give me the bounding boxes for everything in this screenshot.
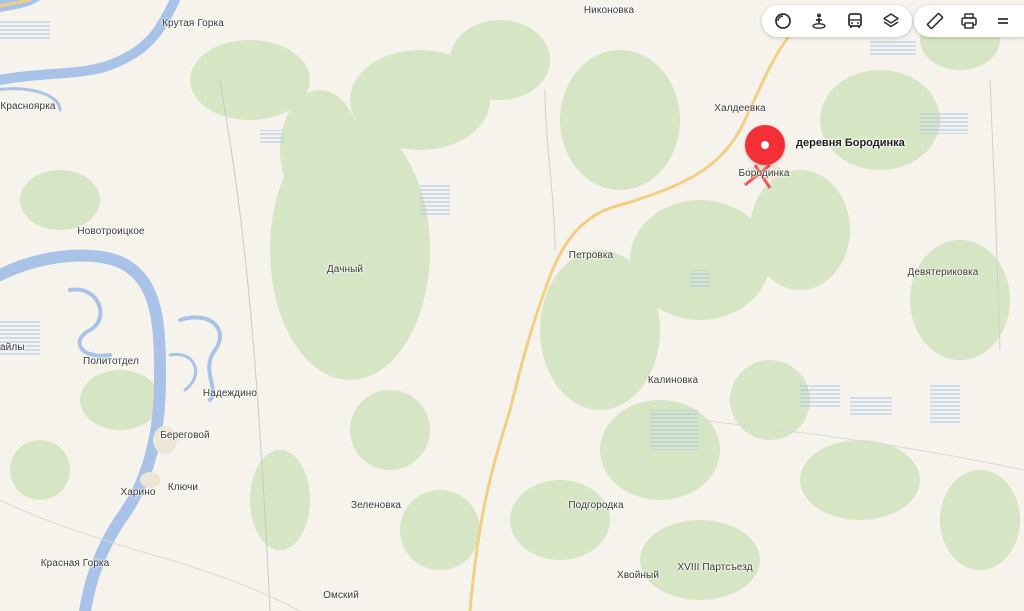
menu-icon	[998, 18, 1008, 24]
print-icon	[961, 13, 977, 29]
place-label-xviii-partsyezd[interactable]: XVIII Партсъезд	[677, 562, 752, 573]
place-label-podgorodka[interactable]: Подгородка	[568, 500, 623, 511]
place-label-kalinovka[interactable]: Калиновка	[648, 375, 698, 386]
place-label-krasnoyarka[interactable]: Красноярка	[0, 101, 55, 112]
layers-icon	[883, 13, 899, 28]
place-label-aily[interactable]: айлы	[0, 342, 25, 353]
location-pin[interactable]	[745, 125, 785, 165]
place-label-politotdel[interactable]: Политотдел	[83, 356, 139, 367]
place-label-borodinka[interactable]: Бородинка	[738, 168, 789, 179]
place-label-khaldeevka[interactable]: Халдеевка	[714, 103, 765, 114]
place-label-khvoyny[interactable]: Хвойный	[617, 570, 659, 581]
menu-button[interactable]	[988, 7, 1018, 35]
place-label-nadezhdino[interactable]: Надеждино	[203, 388, 257, 399]
place-label-novotroitskoe[interactable]: Новотроицкое	[77, 226, 144, 237]
place-label-krasnaya-gorka[interactable]: Красная Горка	[41, 558, 110, 569]
print-button[interactable]	[954, 7, 984, 35]
street-view-button[interactable]	[804, 7, 834, 35]
layers-button[interactable]	[876, 7, 906, 35]
map-tools-toolbar	[914, 5, 1024, 37]
place-label-klyuchi[interactable]: Ключи	[168, 482, 198, 493]
panorama-button[interactable]	[768, 7, 798, 35]
panorama-icon	[775, 13, 791, 29]
map-controls-toolbar	[762, 5, 912, 37]
place-label-dachny[interactable]: Дачный	[327, 264, 363, 275]
place-label-zelenovka[interactable]: Зеленовка	[351, 500, 401, 511]
transit-button[interactable]	[840, 7, 870, 35]
place-label-petrovka[interactable]: Петровка	[569, 250, 613, 261]
location-pin-label[interactable]: деревня Бородинка	[796, 137, 905, 149]
place-label-nikonovka[interactable]: Никоновка	[584, 5, 634, 16]
map-canvas[interactable]	[0, 0, 1024, 611]
transit-icon	[848, 13, 862, 28]
place-label-beregovoy[interactable]: Береговой	[160, 430, 209, 441]
ruler-button[interactable]	[920, 7, 950, 35]
place-label-krutaya-gorka[interactable]: Крутая Горка	[162, 18, 224, 29]
street-view-icon	[812, 13, 826, 29]
ruler-icon	[926, 12, 944, 30]
place-label-kharino[interactable]: Харино	[120, 487, 155, 498]
place-label-devyaterikovka[interactable]: Девятериковка	[908, 267, 979, 278]
place-label-omsky[interactable]: Омский	[323, 590, 359, 601]
